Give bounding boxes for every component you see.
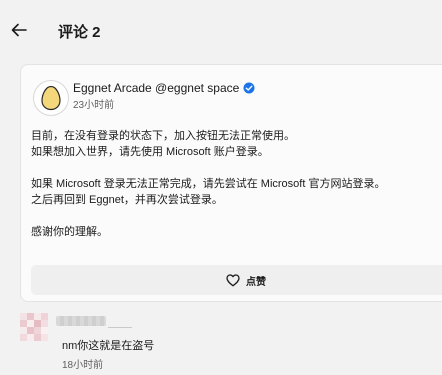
avatar[interactable] [33, 80, 69, 116]
arrow-left-icon [11, 23, 27, 37]
post-card: Eggnet Arcade @eggnet space 23小时前 目前，在没有… [20, 64, 442, 302]
post-body-line: 如果想加入世界，请先使用 Microsoft 账户登录。 [31, 146, 269, 158]
like-label: 点赞 [246, 276, 266, 288]
post-time: 23小时前 [73, 100, 115, 111]
comment-time: 18小时前 [62, 360, 104, 371]
post-body-line: 目前，在没有登录的状态下，加入按钮无法正常使用。 [31, 130, 295, 142]
verified-icon [243, 82, 255, 94]
post-body-line: 感谢你的理解。 [31, 226, 108, 238]
heart-icon [226, 273, 240, 286]
like-button[interactable]: 点赞 [31, 265, 442, 295]
divider [108, 327, 132, 328]
comment-avatar[interactable] [20, 313, 48, 341]
comment-author-redacted [56, 316, 106, 326]
egg-icon [41, 85, 61, 111]
post-author[interactable]: Eggnet Arcade @eggnet space [73, 81, 239, 95]
post-body-blank-line [31, 208, 441, 224]
post-body-line: 如果 Microsoft 登录无法正常完成，请先尝试在 Microsoft 官方… [31, 178, 386, 190]
page-title: 评论 2 [58, 24, 101, 41]
post-body-blank-line [31, 160, 441, 176]
header: 评论 2 [0, 0, 442, 62]
back-button[interactable] [8, 19, 30, 41]
post-body: 目前，在没有登录的状态下，加入按钮无法正常使用。 如果想加入世界，请先使用 Mi… [31, 128, 441, 240]
comment-text: nm你这就是在盗号 [62, 340, 155, 352]
post-author-line: Eggnet Arcade @eggnet space [73, 81, 255, 95]
post-body-line: 之后再回到 Eggnet，并再次尝试登录。 [31, 194, 223, 206]
